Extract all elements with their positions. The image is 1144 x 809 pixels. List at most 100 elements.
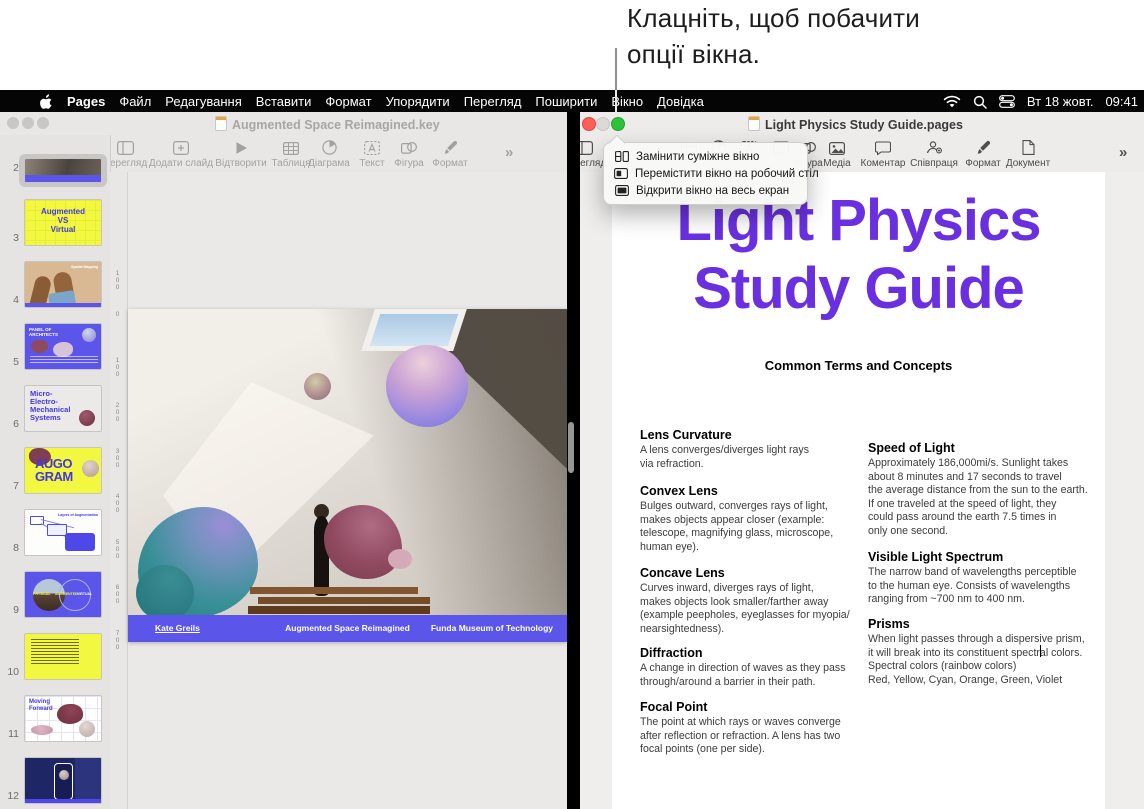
keynote-titlebar[interactable]: Augmented Space Reimagined.key xyxy=(0,112,567,135)
ruler-mark: 500 xyxy=(115,539,120,560)
menu-item-help[interactable]: Довідка xyxy=(657,94,704,109)
ruler-mark: 100 xyxy=(115,357,120,378)
ruler-mark: 300 xyxy=(115,448,120,469)
pages-window[interactable]: Light Physics Study Guide.pages Перегляд xyxy=(580,112,1144,809)
close-button-inactive[interactable] xyxy=(7,117,19,129)
menu-item-edit[interactable]: Редагування xyxy=(165,94,242,109)
toolbar-format-button[interactable]: Формат xyxy=(412,138,488,169)
document-subtitle: Common Terms and Concepts xyxy=(764,358,953,373)
keynote-window-title: Augmented Space Reimagined.key xyxy=(215,116,440,132)
slide-footer-bar: Kate Greils Augmented Space Reimagined F… xyxy=(128,615,567,642)
menu-item-format[interactable]: Формат xyxy=(325,94,371,109)
callout-line-2: опції вікна. xyxy=(627,39,761,69)
pages-document-page[interactable]: Light Physics Study Guide Common Terms a… xyxy=(612,172,1105,809)
thumbnail-number: 9 xyxy=(13,604,19,616)
callout-pointer-line xyxy=(615,48,617,90)
thumbnail-label: AUGMENTED xyxy=(55,592,78,596)
term-heading: Diffraction xyxy=(640,646,703,660)
menubar-clock[interactable]: 09:41 xyxy=(1105,94,1138,109)
slide-thumbnail-6[interactable]: Micro- Electro- Mechanical Systems xyxy=(24,385,102,432)
thumbnail-number: 6 xyxy=(13,418,19,430)
replace-tiled-window-icon xyxy=(614,151,629,162)
thumbnail-text: Spatial Mapping xyxy=(71,265,98,269)
term-definition: The point at which rays or waves converg… xyxy=(640,716,841,756)
thumbnail-number: 12 xyxy=(7,790,19,802)
toolbar-document-button[interactable]: Документ xyxy=(990,138,1066,169)
popover-item-enter-full-screen[interactable]: Відкрити вікно на весь екран xyxy=(604,182,807,199)
menu-item-file[interactable]: Файл xyxy=(119,94,151,109)
slide-thumbnail-7[interactable]: AUGO GRAM xyxy=(24,447,102,494)
slide-thumbnail-12[interactable] xyxy=(24,757,102,804)
brush-icon xyxy=(412,138,488,155)
wifi-icon[interactable] xyxy=(943,95,961,108)
term-definition: When light passes through a dispersive p… xyxy=(868,633,1085,659)
minimize-button-inactive[interactable] xyxy=(22,117,34,129)
search-icon[interactable] xyxy=(973,95,987,109)
term-heading: Convex Lens xyxy=(640,484,718,498)
slide-thumbnail-3[interactable]: Augmented VS Virtual xyxy=(24,199,102,246)
zoom-button-green[interactable] xyxy=(611,117,625,131)
keynote-canvas[interactable]: 100 0 100 200 300 400 500 600 700 Kate G… xyxy=(110,172,567,809)
term-definition: A change in direction of waves as they p… xyxy=(640,662,846,688)
split-view-divider-handle[interactable] xyxy=(568,422,574,473)
slide-thumbnail-4[interactable]: Spatial Mapping xyxy=(24,261,102,308)
menu-item-share[interactable]: Поширити xyxy=(535,94,597,109)
thumbnail-text: Micro- Electro- Mechanical Systems xyxy=(30,389,71,422)
ruler-mark: 400 xyxy=(115,493,120,514)
slide-small-sphere xyxy=(304,373,331,400)
thumbnail-text: AUGO GRAM xyxy=(35,456,73,484)
thumbnail-text: Layers of Augmentation xyxy=(58,513,98,517)
ruler-mark: 100 xyxy=(115,270,120,291)
thumbnail-text: Moving Forward xyxy=(29,699,53,712)
keynote-doc-icon xyxy=(215,116,227,131)
pages-doc-icon xyxy=(748,116,760,131)
slide-thumbnail-8[interactable]: Layers of Augmentation xyxy=(24,509,102,556)
document-icon xyxy=(990,138,1066,155)
term-heading: Prisms xyxy=(868,617,910,631)
pages-window-title: Light Physics Study Guide.pages xyxy=(748,116,963,132)
slide-thumbnail-11[interactable]: Moving Forward xyxy=(24,695,102,742)
thumbnail-number: 4 xyxy=(13,294,19,306)
popover-item-move-window-to-desktop[interactable]: Перемістити вікно на робочий стіл xyxy=(604,165,819,182)
keynote-slide-navigator[interactable]: 2 3 Augmented VS Virtual 4 Spatial Mappi… xyxy=(0,135,111,809)
term-definition: Approximately 186,000mi/s. Sunlight take… xyxy=(868,457,1088,537)
menu-item-insert[interactable]: Вставити xyxy=(256,94,312,109)
slide-thumbnail-9[interactable]: PHYSICAL AUGMENTED VIRTUAL xyxy=(24,571,102,618)
pages-document-area: Light Physics Study Guide Common Terms a… xyxy=(580,172,1144,809)
menu-item-view[interactable]: Перегляд xyxy=(464,94,522,109)
keynote-window[interactable]: Augmented Space Reimagined.key Перегляд … xyxy=(0,112,567,809)
text-cursor xyxy=(1040,645,1041,657)
control-center-icon[interactable] xyxy=(998,95,1015,108)
popover-item-replace-tiled-window[interactable]: Замінити суміжне вікно xyxy=(604,148,807,165)
ruler-mark: 200 xyxy=(115,402,120,423)
term-definition: Bulges outward, converges rays of light,… xyxy=(640,500,834,553)
pages-titlebar[interactable]: Light Physics Study Guide.pages xyxy=(580,112,1144,135)
term-heading: Speed of Light xyxy=(868,441,955,455)
current-slide[interactable]: Kate Greils Augmented Space Reimagined F… xyxy=(128,309,567,642)
menu-app-name[interactable]: Pages xyxy=(67,94,105,109)
term-heading: Concave Lens xyxy=(640,566,725,580)
thumbnail-number: 5 xyxy=(13,356,19,368)
callout-line-1: Клацніть, щоб побачити xyxy=(627,3,921,33)
apple-menu[interactable] xyxy=(40,94,53,109)
close-button[interactable] xyxy=(582,117,596,131)
term-heading: Visible Light Spectrum xyxy=(868,550,1004,564)
term-heading: Lens Curvature xyxy=(640,428,732,442)
menubar-date[interactable]: Вт 18 жовт. xyxy=(1027,94,1094,109)
popover-item-label: Замінити суміжне вікно xyxy=(636,150,760,163)
thumbnail-number: 7 xyxy=(13,480,19,492)
callout-pointer-line-over-menubar xyxy=(615,90,617,113)
slide-thumbnail-5[interactable]: PANEL OF ARCHITECTS xyxy=(24,323,102,370)
toolbar-more-button[interactable]: » xyxy=(1119,144,1127,161)
toolbar-more-button[interactable]: » xyxy=(505,144,513,161)
slide-thumbnail-10[interactable] xyxy=(24,633,102,680)
zoom-button-inactive[interactable] xyxy=(37,117,49,129)
thumbnail-label: PHYSICAL xyxy=(33,592,51,596)
minimize-button-disabled xyxy=(596,117,610,131)
term-heading: Focal Point xyxy=(640,700,708,714)
menu-item-arrange[interactable]: Упорядити xyxy=(386,94,450,109)
thumbnail-text: Augmented VS Virtual xyxy=(41,207,85,234)
slide-thumbnail-2[interactable] xyxy=(24,158,102,183)
menu-bar: Pages Файл Редагування Вставити Формат У… xyxy=(0,90,1144,113)
window-options-popover: Замінити суміжне вікно Перемістити вікно… xyxy=(603,142,819,205)
